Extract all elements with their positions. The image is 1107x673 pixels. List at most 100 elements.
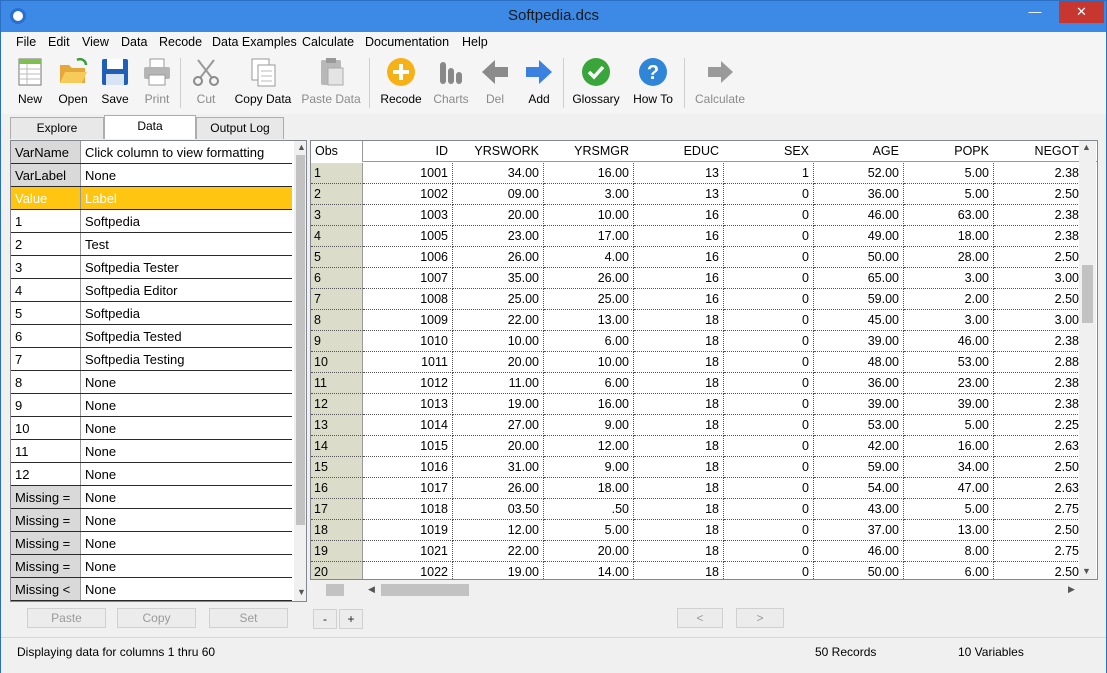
obs-cell[interactable]: 8 bbox=[311, 310, 363, 331]
data-cell[interactable]: 43.00 bbox=[814, 499, 904, 520]
missing-value-row[interactable]: Missing = None bbox=[11, 555, 292, 578]
data-cell[interactable]: 6.00 bbox=[904, 562, 994, 579]
tab-output-log[interactable]: Output Log bbox=[196, 117, 284, 139]
data-cell[interactable]: .50 bbox=[544, 499, 634, 520]
value-cell[interactable]: Missing = bbox=[11, 509, 81, 531]
value-label-row[interactable]: 3 Softpedia Tester bbox=[11, 256, 292, 279]
glossary-button[interactable]: Glossary bbox=[571, 56, 621, 106]
data-cell[interactable]: 26.00 bbox=[453, 247, 544, 268]
data-cell[interactable]: 0 bbox=[724, 436, 814, 457]
data-cell[interactable]: 4.00 bbox=[544, 247, 634, 268]
data-cell[interactable]: 45.00 bbox=[814, 310, 904, 331]
data-cell[interactable]: 18 bbox=[634, 394, 724, 415]
data-cell[interactable]: 1015 bbox=[363, 436, 453, 457]
data-cell[interactable]: 9.00 bbox=[544, 415, 634, 436]
data-cell[interactable]: 22.00 bbox=[453, 310, 544, 331]
data-cell[interactable]: 25.00 bbox=[453, 289, 544, 310]
data-cell[interactable]: 39.00 bbox=[904, 394, 994, 415]
new-button[interactable]: New bbox=[13, 56, 47, 106]
value-cell[interactable]: Missing = bbox=[11, 555, 81, 577]
value-cell[interactable]: Missing = bbox=[11, 532, 81, 554]
data-cell[interactable]: 1022 bbox=[363, 562, 453, 579]
data-cell[interactable]: 18 bbox=[634, 373, 724, 394]
data-cell[interactable]: 19.00 bbox=[453, 394, 544, 415]
label-cell[interactable]: Label bbox=[81, 187, 292, 209]
label-cell[interactable]: None bbox=[81, 532, 292, 554]
label-cell[interactable]: None bbox=[81, 555, 292, 577]
data-cell[interactable]: 18 bbox=[634, 541, 724, 562]
obs-cell[interactable]: 1 bbox=[311, 163, 363, 184]
scroll-up-icon[interactable]: ▲ bbox=[297, 142, 306, 152]
value-label-row[interactable]: 8 None bbox=[11, 371, 292, 394]
data-cell[interactable]: 03.50 bbox=[453, 499, 544, 520]
data-cell[interactable]: 36.00 bbox=[814, 373, 904, 394]
data-cell[interactable]: 46.00 bbox=[814, 541, 904, 562]
label-cell[interactable]: None bbox=[81, 164, 292, 186]
data-cell[interactable]: 39.00 bbox=[814, 331, 904, 352]
data-cell[interactable]: 0 bbox=[724, 184, 814, 205]
value-cell[interactable]: 3 bbox=[11, 256, 81, 278]
zoom-in-button[interactable]: + bbox=[339, 609, 363, 629]
menu-documentation[interactable]: Documentation bbox=[365, 35, 449, 49]
scroll-right-icon[interactable]: ▶ bbox=[1068, 584, 1075, 595]
label-cell[interactable]: Test bbox=[81, 233, 292, 255]
data-cell[interactable]: 0 bbox=[724, 562, 814, 579]
data-cell[interactable]: 14.00 bbox=[544, 562, 634, 579]
next-page-button[interactable]: > bbox=[736, 608, 784, 628]
data-cell[interactable]: 0 bbox=[724, 289, 814, 310]
obs-cell[interactable]: 17 bbox=[311, 499, 363, 520]
data-cell[interactable]: 2.75 bbox=[994, 541, 1084, 562]
data-cell[interactable]: 1006 bbox=[363, 247, 453, 268]
data-cell[interactable]: 49.00 bbox=[814, 226, 904, 247]
data-cell[interactable]: 2.50 bbox=[994, 289, 1084, 310]
data-cell[interactable]: 9.00 bbox=[544, 457, 634, 478]
data-cell[interactable]: 0 bbox=[724, 478, 814, 499]
label-cell[interactable]: Softpedia Editor bbox=[81, 279, 292, 301]
data-cell[interactable]: 25.00 bbox=[544, 289, 634, 310]
value-label-row[interactable]: 6 Softpedia Tested bbox=[11, 325, 292, 348]
data-cell[interactable]: 5.00 bbox=[904, 163, 994, 184]
data-cell[interactable]: 2.63 bbox=[994, 478, 1084, 499]
data-cell[interactable]: 10.00 bbox=[544, 205, 634, 226]
copy-button[interactable]: Copy bbox=[117, 608, 196, 628]
missing-value-row[interactable]: Missing < None bbox=[11, 578, 292, 601]
data-cell[interactable]: 5.00 bbox=[904, 499, 994, 520]
menu-recode[interactable]: Recode bbox=[159, 35, 202, 49]
label-cell[interactable]: None bbox=[81, 440, 292, 462]
value-label-row[interactable]: 1 Softpedia bbox=[11, 210, 292, 233]
data-cell[interactable]: 37.00 bbox=[814, 520, 904, 541]
paste-button[interactable]: Paste bbox=[27, 608, 106, 628]
how-to-button[interactable]: ? How To bbox=[629, 56, 677, 106]
value-label-header-row[interactable]: Value Label bbox=[11, 187, 292, 210]
data-cell[interactable]: 2.75 bbox=[994, 499, 1084, 520]
prev-page-button[interactable]: < bbox=[677, 608, 723, 628]
data-cell[interactable]: 1011 bbox=[363, 352, 453, 373]
del-button[interactable]: Del bbox=[477, 56, 513, 106]
data-cell[interactable]: 18 bbox=[634, 478, 724, 499]
data-cell[interactable]: 0 bbox=[724, 541, 814, 562]
data-cell[interactable]: 5.00 bbox=[904, 184, 994, 205]
value-label-row[interactable]: 2 Test bbox=[11, 233, 292, 256]
data-cell[interactable]: 3.00 bbox=[904, 310, 994, 331]
column-header[interactable]: NEGOT bbox=[994, 141, 1084, 162]
data-cell[interactable]: 65.00 bbox=[814, 268, 904, 289]
zoom-out-button[interactable]: - bbox=[313, 609, 337, 629]
obs-cell[interactable]: 16 bbox=[311, 478, 363, 499]
data-cell[interactable]: 20.00 bbox=[453, 352, 544, 373]
menu-file[interactable]: File bbox=[16, 35, 36, 49]
data-cell[interactable]: 59.00 bbox=[814, 289, 904, 310]
data-cell[interactable]: 3.00 bbox=[994, 268, 1084, 289]
column-header[interactable]: POPK bbox=[904, 141, 994, 162]
data-cell[interactable]: 18 bbox=[634, 457, 724, 478]
data-cell[interactable]: 36.00 bbox=[814, 184, 904, 205]
label-cell[interactable]: Softpedia Testing bbox=[81, 348, 292, 370]
value-cell[interactable]: VarLabel bbox=[11, 164, 81, 186]
label-cell[interactable]: None bbox=[81, 486, 292, 508]
value-cell[interactable]: Value bbox=[11, 187, 81, 209]
minimize-button[interactable]: — bbox=[1014, 1, 1056, 23]
data-cell[interactable]: 16 bbox=[634, 268, 724, 289]
data-cell[interactable]: 3.00 bbox=[994, 310, 1084, 331]
data-cell[interactable]: 54.00 bbox=[814, 478, 904, 499]
column-header[interactable]: YRSMGR bbox=[544, 141, 634, 162]
data-cell[interactable]: 0 bbox=[724, 310, 814, 331]
